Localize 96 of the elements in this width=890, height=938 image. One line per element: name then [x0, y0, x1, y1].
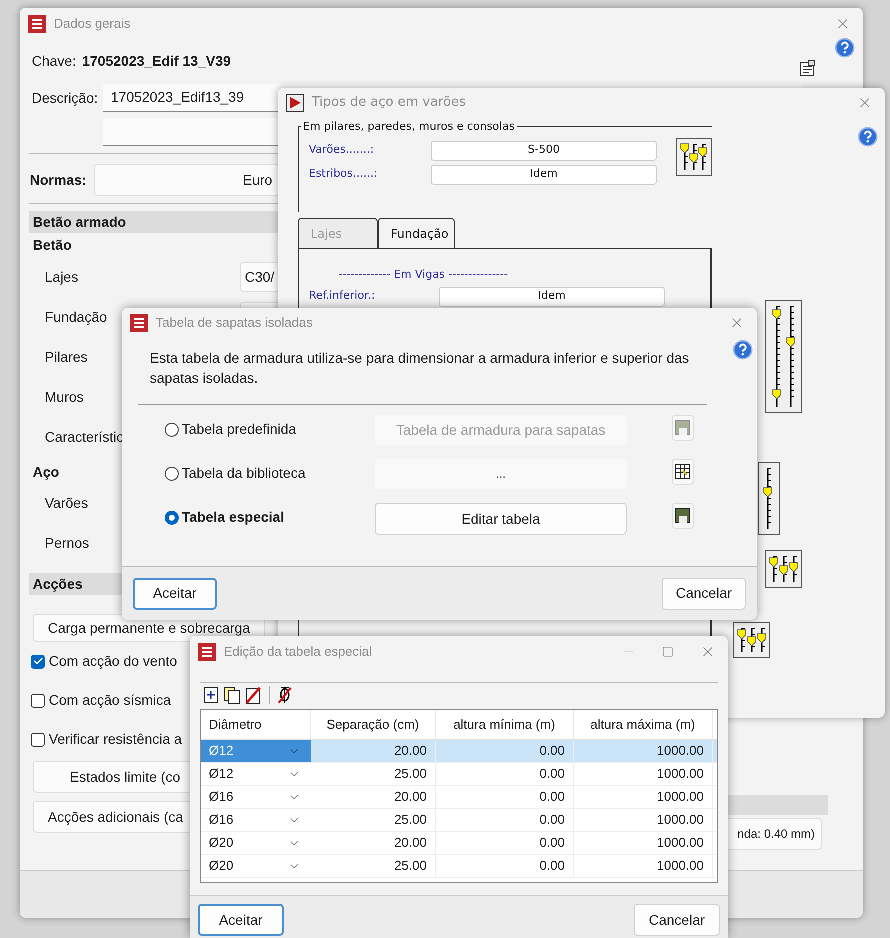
radio-label: Tabela especial [182, 508, 284, 527]
row-label: Pilares [45, 348, 88, 364]
window-title: Tabela de sapatas isoladas [156, 314, 313, 332]
delete-row-icon[interactable] [246, 686, 261, 704]
column-header[interactable]: altura máxima (m) [574, 710, 713, 739]
checkbox-label: Com acção sísmica [49, 691, 172, 710]
checkbox-label: Verificar resistência a [49, 730, 182, 749]
help-icon[interactable] [835, 38, 855, 58]
checkbox-label: Com acção do vento [49, 652, 178, 671]
radio-button[interactable] [165, 510, 179, 524]
table-cell: 20.00 [311, 832, 436, 854]
table-field[interactable]: ... [375, 459, 627, 489]
save-icon[interactable] [672, 503, 694, 529]
table-row[interactable]: Ø20 25.00 0.00 1000.00 [201, 855, 717, 878]
table-cell: 1000.00 [574, 786, 713, 808]
checkbox[interactable] [31, 732, 45, 746]
table-cell: 25.00 [311, 855, 436, 877]
properties-icon[interactable] [799, 60, 817, 78]
description-label: Descrição: [32, 88, 100, 108]
table-row[interactable]: Ø20 20.00 0.00 1000.00 [201, 832, 717, 855]
column-header[interactable]: Diâmetro [201, 710, 311, 739]
sliders-icon[interactable] [765, 550, 802, 588]
sliders-icon[interactable] [765, 300, 802, 413]
table-row[interactable]: Ø16 25.00 0.00 1000.00 [201, 809, 717, 832]
table-cell: 1000.00 [574, 832, 713, 854]
table-row[interactable]: Ø16 20.00 0.00 1000.00 [201, 786, 717, 809]
copy-icon[interactable] [224, 686, 240, 704]
row-label: Característic [45, 428, 124, 444]
field-label: Estribos......: [309, 166, 379, 182]
key-label: Chave: [32, 52, 76, 70]
subsection-heading: ------------- Em Vigas --------------- [339, 267, 510, 283]
radio-label: Tabela da biblioteca [182, 464, 306, 483]
accept-button[interactable]: Aceitar [198, 904, 284, 936]
table-cell: 1000.00 [574, 763, 713, 785]
row-label: Lajes [45, 268, 78, 284]
tab[interactable]: Fundação [378, 218, 455, 248]
cancel-button[interactable]: Cancelar [634, 904, 720, 936]
section-title: Betão armado [33, 212, 126, 232]
accept-button[interactable]: Aceitar [133, 578, 217, 610]
window-title: Dados gerais [54, 15, 131, 34]
table-cell: 0.00 [436, 740, 574, 762]
table-cell: 20.00 [311, 740, 436, 762]
row-label: Varões [45, 494, 88, 512]
slider-icon[interactable] [758, 462, 780, 535]
check-icon [32, 656, 44, 667]
app-logo-icon [198, 643, 216, 661]
steel-field[interactable]: Idem [439, 286, 665, 306]
cancel-button[interactable]: Cancelar [662, 578, 746, 610]
table-cell: 0.00 [436, 763, 574, 785]
window-title: Tipos de aço em varões [312, 94, 466, 112]
sliders-icon[interactable] [676, 138, 712, 176]
window-title: Edição da tabela especial [224, 643, 372, 662]
diameter-dropdown[interactable]: Ø20 [201, 855, 311, 877]
sliders-icon[interactable] [733, 622, 770, 658]
steel-field[interactable]: Idem [431, 164, 657, 184]
key-value: 17052023_Edif 13_V39 [82, 52, 232, 70]
radio-button[interactable] [165, 466, 179, 480]
table-cell: 0.00 [436, 809, 574, 831]
group-heading: Aço [33, 462, 60, 482]
help-icon[interactable] [733, 340, 753, 360]
column-header[interactable]: Separação (cm) [311, 710, 436, 739]
checkbox[interactable] [31, 654, 45, 668]
table-cell: 0.00 [436, 855, 574, 877]
radio-label: Tabela predefinida [182, 420, 296, 439]
table-cell: 20.00 [311, 786, 436, 808]
app-logo-icon [28, 15, 46, 33]
row-label: Fundação [45, 308, 108, 324]
group-title: Em pilares, paredes, muros e consolas [301, 119, 517, 136]
section-title: Acções [33, 574, 83, 594]
field-label: Ref.inferior.: [309, 288, 376, 304]
field-label: Varões.......: [309, 142, 376, 158]
table-row[interactable]: Ø12 25.00 0.00 1000.00 [201, 763, 717, 786]
add-row-icon[interactable] [204, 687, 218, 703]
row-label: Pernos [45, 534, 90, 552]
row-label: Muros [45, 388, 84, 404]
play-icon [286, 94, 304, 112]
checkbox[interactable] [31, 694, 45, 708]
table-cell: 1000.00 [574, 855, 713, 877]
edit-table-button[interactable]: Editar tabela [375, 503, 627, 535]
standards-label: Normas: [30, 170, 88, 190]
clear-diameter-icon[interactable] [278, 686, 292, 704]
table-cell: 25.00 [311, 809, 436, 831]
description-text: Esta tabela de armadura utiliza-se para dimensionar a armadura inferior e superior das sapatas isoladas. [150, 349, 690, 388]
column-header[interactable]: altura mínima (m) [436, 710, 574, 739]
group-heading: Betão [33, 236, 72, 254]
diameter-dropdown[interactable]: Ø20 [201, 832, 311, 854]
table-icon[interactable] [672, 459, 694, 485]
table-cell: 1000.00 [574, 740, 713, 762]
steel-field[interactable]: S-500 [431, 140, 657, 160]
table-cell: 0.00 [436, 832, 574, 854]
table-row[interactable]: Ø12 20.00 0.00 1000.00 [201, 740, 717, 763]
table-cell: 0.00 [436, 786, 574, 808]
app-logo-icon [130, 314, 148, 332]
table-cell: 25.00 [311, 763, 436, 785]
help-icon[interactable] [858, 127, 878, 147]
table-cell: 1000.00 [574, 809, 713, 831]
